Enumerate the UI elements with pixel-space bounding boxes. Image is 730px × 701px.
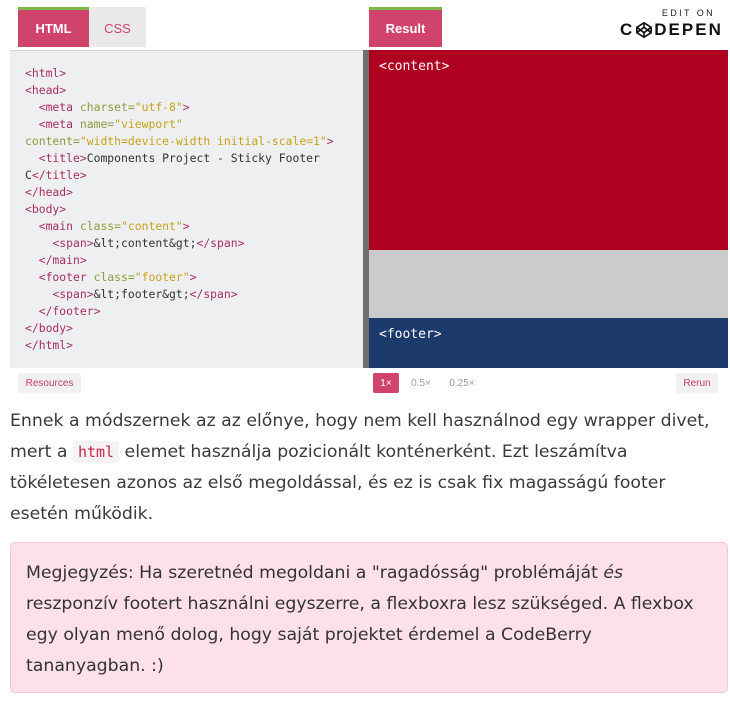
code-token: > (189, 270, 197, 284)
code-token: <head> (25, 83, 67, 97)
code-token: &lt;content&gt; (93, 236, 197, 250)
tab-result[interactable]: Result (369, 7, 442, 47)
code-line: </footer> (25, 303, 355, 320)
code-line: content="width=device-width initial-scal… (25, 133, 355, 150)
logo-caption: EDIT ON (661, 8, 715, 18)
code-token: content= (25, 134, 80, 148)
code-token: class= (79, 219, 122, 233)
zoom-half-button[interactable]: 0.5× (404, 373, 438, 393)
resources-button[interactable]: Resources (18, 373, 81, 393)
code-token: </footer> (38, 304, 101, 318)
article-paragraph: Ennek a módszernek az az előnye, hogy ne… (10, 406, 726, 530)
code-token: <meta (38, 117, 80, 131)
code-token: <span> (52, 236, 94, 250)
code-token: > (182, 219, 190, 233)
code-token: name= (79, 117, 115, 131)
code-line: <main class="content"> (25, 218, 355, 235)
codepen-logo: C DEPEN (620, 20, 723, 40)
result-pane: <content> <footer> (369, 50, 728, 368)
code-token: </head> (25, 185, 74, 199)
note-box: Megjegyzés: Ha szeretnéd megoldani a "ra… (10, 542, 728, 693)
codepen-embed: HTML CSS Result EDIT ON C DEPEN <html> <h… (10, 0, 728, 400)
html-editor[interactable]: <html> <head> <meta charset="utf-8"> <met… (10, 50, 363, 368)
code-token: <span> (52, 287, 94, 301)
result-content-area: <content> (369, 50, 728, 250)
code-token: Components Project - Sticky Footer (86, 151, 320, 165)
logo-word: DEPEN (654, 20, 723, 39)
code-token: charset= (79, 100, 135, 114)
code-line: <span>&lt;footer&gt;</span> (25, 286, 355, 303)
code-token: </html> (25, 338, 74, 352)
embed-bottom-bar: Resources 1× 0.5× 0.25× Rerun (10, 368, 728, 400)
code-line: <title>Components Project - Sticky Foote… (25, 150, 355, 167)
inline-code-html: html (72, 441, 120, 463)
code-token: "width=device-width initial-scale=1" (79, 134, 327, 148)
code-token: "content" (121, 219, 183, 233)
code-line: <footer class="footer"> (25, 269, 355, 286)
code-token: <main (38, 219, 80, 233)
code-line: C</title> (25, 167, 355, 184)
result-footer-area: <footer> (369, 318, 728, 368)
code-token: "utf-8" (134, 100, 183, 114)
logo-letter: C (620, 20, 635, 39)
code-token: </title> (31, 168, 87, 182)
code-token: <body> (25, 202, 67, 216)
code-line: <head> (25, 82, 355, 99)
note-text-1: Megjegyzés: Ha szeretnéd megoldani a "ra… (26, 563, 604, 583)
zoom-1x-button[interactable]: 1× (373, 373, 399, 393)
code-line: </main> (25, 252, 355, 269)
rerun-button[interactable]: Rerun (676, 373, 718, 393)
code-line: </html> (25, 337, 355, 354)
code-line: <html> (25, 65, 355, 82)
codepen-cube-icon (636, 21, 653, 39)
footer-label: <footer> (379, 327, 442, 342)
code-token: <footer (38, 270, 94, 284)
code-token: <title> (38, 151, 87, 165)
code-line: <span>&lt;content&gt;</span> (25, 235, 355, 252)
code-token: </span> (189, 287, 238, 301)
code-token: </span> (196, 236, 245, 250)
tab-css[interactable]: CSS (89, 7, 146, 47)
tab-html[interactable]: HTML (18, 7, 89, 47)
code-token: </body> (25, 321, 74, 335)
code-token: </main> (38, 253, 87, 267)
result-empty-area (369, 250, 728, 318)
code-token: C (25, 168, 32, 182)
code-token: "viewport" (114, 117, 183, 131)
code-line: <meta charset="utf-8"> (25, 99, 355, 116)
code-line: <body> (25, 201, 355, 218)
code-token: > (326, 134, 334, 148)
code-token: "footer" (134, 270, 190, 284)
code-line: </body> (25, 320, 355, 337)
zoom-quarter-button[interactable]: 0.25× (442, 373, 482, 393)
content-label: <content> (379, 59, 450, 74)
code-block: <html> <head> <meta charset="utf-8"> <met… (25, 65, 355, 354)
note-emphasis: és (603, 563, 623, 583)
code-token: &lt;footer&gt; (93, 287, 190, 301)
note-text: Megjegyzés: Ha szeretnéd megoldani a "ra… (26, 558, 716, 682)
note-text-2: reszponzív footert használni egyszerre, … (26, 594, 694, 676)
code-token: <meta (38, 100, 80, 114)
edit-on-codepen-link[interactable]: EDIT ON C DEPEN (616, 8, 723, 40)
code-line: <meta name="viewport" (25, 116, 355, 133)
code-token: > (182, 100, 190, 114)
code-line: </head> (25, 184, 355, 201)
code-token: <html> (25, 66, 67, 80)
code-token: class= (93, 270, 135, 284)
